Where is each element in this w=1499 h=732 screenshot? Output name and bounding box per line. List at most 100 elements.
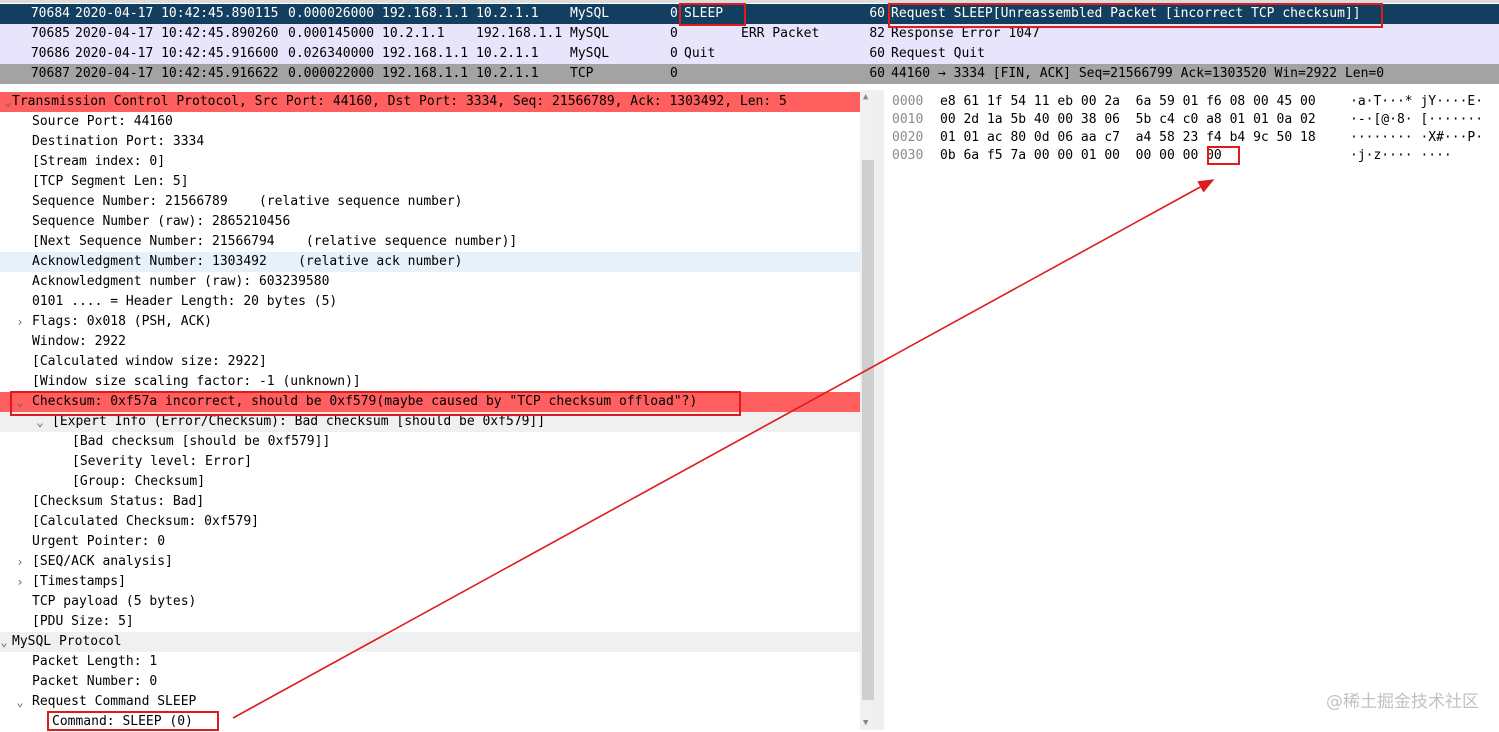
tree-item[interactable]: › [Timestamps]: [0, 572, 860, 592]
tree-item-label: Sequence Number: 21566789 (relative sequ…: [32, 194, 463, 209]
expand-arrow-icon[interactable]: ›: [14, 572, 26, 592]
tree-item[interactable]: Sequence Number (raw): 2865210456: [0, 212, 860, 232]
tree-item[interactable]: ⌄ Request Command SLEEP: [0, 692, 860, 712]
tree-item[interactable]: ⌄ Checksum: 0xf57a incorrect, should be 0…: [0, 392, 860, 412]
tree-item[interactable]: Sequence Number: 21566789 (relative sequ…: [0, 192, 860, 212]
tree-item[interactable]: Acknowledgment Number: 1303492 (relative…: [0, 252, 860, 272]
hex-row[interactable]: 0030 0b 6a f5 7a 00 00 01 00 00 00 00 00 ·…: [884, 147, 1499, 165]
hex-row[interactable]: 0000 e8 61 1f 54 11 eb 00 2a 6a 59 01 f6 …: [884, 93, 1499, 111]
tree-item[interactable]: › Flags: 0x018 (PSH, ACK): [0, 312, 860, 332]
packet-cell-time: 2020-04-17 10:42:45.916622: [75, 66, 279, 81]
packet-cell-f2: SLEEP: [684, 6, 724, 21]
tree-item-label: [SEQ/ACK analysis]: [32, 554, 173, 569]
packet-row[interactable]: 70684 2020-04-17 10:42:45.890115 0.0000260…: [0, 4, 1499, 24]
tree-item[interactable]: 0101 .... = Header Length: 20 bytes (5): [0, 292, 860, 312]
tree-item[interactable]: [Group: Checksum]: [0, 472, 860, 492]
packet-cell-no: 70684: [30, 6, 70, 21]
tree-item[interactable]: ⌄ [Expert Info (Error/Checksum): Bad chec…: [0, 412, 860, 432]
tree-item-label: [Bad checksum [should be 0xf579]]: [72, 434, 331, 449]
packet-cell-f1: 0: [670, 6, 678, 21]
scrollbar-thumb[interactable]: [862, 160, 874, 700]
packet-cell-src: 10.2.1.1: [382, 26, 445, 41]
collapse-arrow-icon[interactable]: ⌄: [34, 412, 46, 432]
tree-item-label: Source Port: 44160: [32, 114, 173, 129]
tree-item[interactable]: [PDU Size: 5]: [0, 612, 860, 632]
packet-details-pane[interactable]: ⌄ Transmission Control Protocol, Src Port…: [0, 90, 876, 730]
hex-row[interactable]: 0020 01 01 ac 80 0d 06 aa c7 a4 58 23 f4 …: [884, 129, 1499, 147]
packet-cell-f2: Quit: [684, 46, 716, 61]
tree-item[interactable]: [Severity level: Error]: [0, 452, 860, 472]
tree-item[interactable]: Urgent Pointer: 0: [0, 532, 860, 552]
scroll-up-icon[interactable]: ▲: [863, 92, 868, 102]
tree-item[interactable]: [Next Sequence Number: 21566794 (relativ…: [0, 232, 860, 252]
tree-item[interactable]: Command: SLEEP (0): [0, 712, 860, 732]
tree-item[interactable]: [Calculated window size: 2922]: [0, 352, 860, 372]
tree-item[interactable]: ⌄ Transmission Control Protocol, Src Port…: [0, 92, 860, 112]
tree-item[interactable]: Packet Number: 0: [0, 672, 860, 692]
packet-cell-info: 44160 → 3334 [FIN, ACK] Seq=21566799 Ack…: [891, 66, 1385, 81]
tree-item[interactable]: [Window size scaling factor: -1 (unknown…: [0, 372, 860, 392]
collapse-arrow-icon[interactable]: ⌄: [0, 632, 10, 652]
tree-item-label: MySQL Protocol: [12, 634, 122, 649]
tree-item[interactable]: [Bad checksum [should be 0xf579]]: [0, 432, 860, 452]
packet-cell-src: 192.168.1.1: [382, 66, 469, 81]
scroll-down-icon[interactable]: ▼: [863, 718, 868, 728]
packet-list[interactable]: 70684 2020-04-17 10:42:45.890115 0.0000260…: [0, 0, 1499, 88]
packet-row[interactable]: 70687 2020-04-17 10:42:45.916622 0.0000220…: [0, 64, 1499, 84]
packet-cell-len: 60: [869, 46, 885, 61]
tree-item-label: [PDU Size: 5]: [32, 614, 134, 629]
tree-item-label: Urgent Pointer: 0: [32, 534, 166, 549]
pane-splitter[interactable]: [876, 90, 884, 730]
tree-item[interactable]: [Calculated Checksum: 0xf579]: [0, 512, 860, 532]
tree-item-label: Checksum: 0xf57a incorrect, should be 0x…: [32, 394, 698, 409]
tree-item-label: Packet Length: 1: [32, 654, 158, 669]
hex-ascii: ·-·[@·8· [·······: [1350, 112, 1484, 127]
packet-bytes-pane[interactable]: 0000 e8 61 1f 54 11 eb 00 2a 6a 59 01 f6 …: [884, 90, 1499, 730]
collapse-arrow-icon[interactable]: ⌄: [14, 392, 26, 412]
tree-item[interactable]: Packet Length: 1: [0, 652, 860, 672]
tree-item-label: 0101 .... = Header Length: 20 bytes (5): [32, 294, 338, 309]
tree-item[interactable]: Acknowledgment number (raw): 603239580: [0, 272, 860, 292]
hex-ascii: ·a·T···* jY····E·: [1350, 94, 1484, 109]
packet-cell-dst: 192.168.1.1: [476, 26, 563, 41]
hex-offset: 0000: [892, 94, 924, 109]
tree-item-label: Request Command SLEEP: [32, 694, 197, 709]
packet-cell-time: 2020-04-17 10:42:45.890115: [75, 6, 279, 21]
tree-item-label: Destination Port: 3334: [32, 134, 205, 149]
tree-item[interactable]: TCP payload (5 bytes): [0, 592, 860, 612]
packet-cell-no: 70685: [30, 26, 70, 41]
packet-row[interactable]: 70686 2020-04-17 10:42:45.916600 0.0263400…: [0, 44, 1499, 64]
hex-row[interactable]: 0010 00 2d 1a 5b 40 00 38 06 5b c4 c0 a8 …: [884, 111, 1499, 129]
packet-cell-delta: 0.000026000: [288, 6, 375, 21]
tree-item[interactable]: [Stream index: 0]: [0, 152, 860, 172]
tree-item[interactable]: Window: 2922: [0, 332, 860, 352]
packet-cell-len: 82: [869, 26, 885, 41]
packet-cell-f1: 0: [670, 26, 678, 41]
tree-item-label: [Calculated Checksum: 0xf579]: [32, 514, 259, 529]
packet-cell-info: Request Quit: [891, 46, 985, 61]
packet-cell-no: 70686: [30, 46, 70, 61]
packet-cell-src: 192.168.1.1: [382, 46, 469, 61]
packet-row[interactable]: 70685 2020-04-17 10:42:45.890260 0.0001450…: [0, 24, 1499, 44]
packet-cell-proto: TCP: [570, 66, 594, 81]
tree-item[interactable]: › [SEQ/ACK analysis]: [0, 552, 860, 572]
tree-item[interactable]: Destination Port: 3334: [0, 132, 860, 152]
packet-cell-dst: 10.2.1.1: [476, 66, 539, 81]
tree-item[interactable]: Source Port: 44160: [0, 112, 860, 132]
tree-item[interactable]: [TCP Segment Len: 5]: [0, 172, 860, 192]
tree-item[interactable]: ⌄ MySQL Protocol: [0, 632, 860, 652]
tree-item-label: Transmission Control Protocol, Src Port:…: [12, 94, 787, 109]
packet-cell-time: 2020-04-17 10:42:45.916600: [75, 46, 279, 61]
tree-item-label: TCP payload (5 bytes): [32, 594, 197, 609]
tree-item-label: [Next Sequence Number: 21566794 (relativ…: [32, 234, 518, 249]
expand-arrow-icon[interactable]: ›: [14, 552, 26, 572]
collapse-arrow-icon[interactable]: ⌄: [14, 692, 26, 712]
expand-arrow-icon[interactable]: ›: [14, 312, 26, 332]
tree-item-label: Packet Number: 0: [32, 674, 158, 689]
tree-item-label: [Window size scaling factor: -1 (unknown…: [32, 374, 361, 389]
packet-cell-dst: 10.2.1.1: [476, 46, 539, 61]
tree-item-label: Acknowledgment Number: 1303492 (relative…: [32, 254, 463, 269]
packet-list-header-strip: [0, 0, 1499, 3]
tree-item[interactable]: [Checksum Status: Bad]: [0, 492, 860, 512]
details-scrollbar[interactable]: ▲ ▼: [860, 90, 876, 730]
